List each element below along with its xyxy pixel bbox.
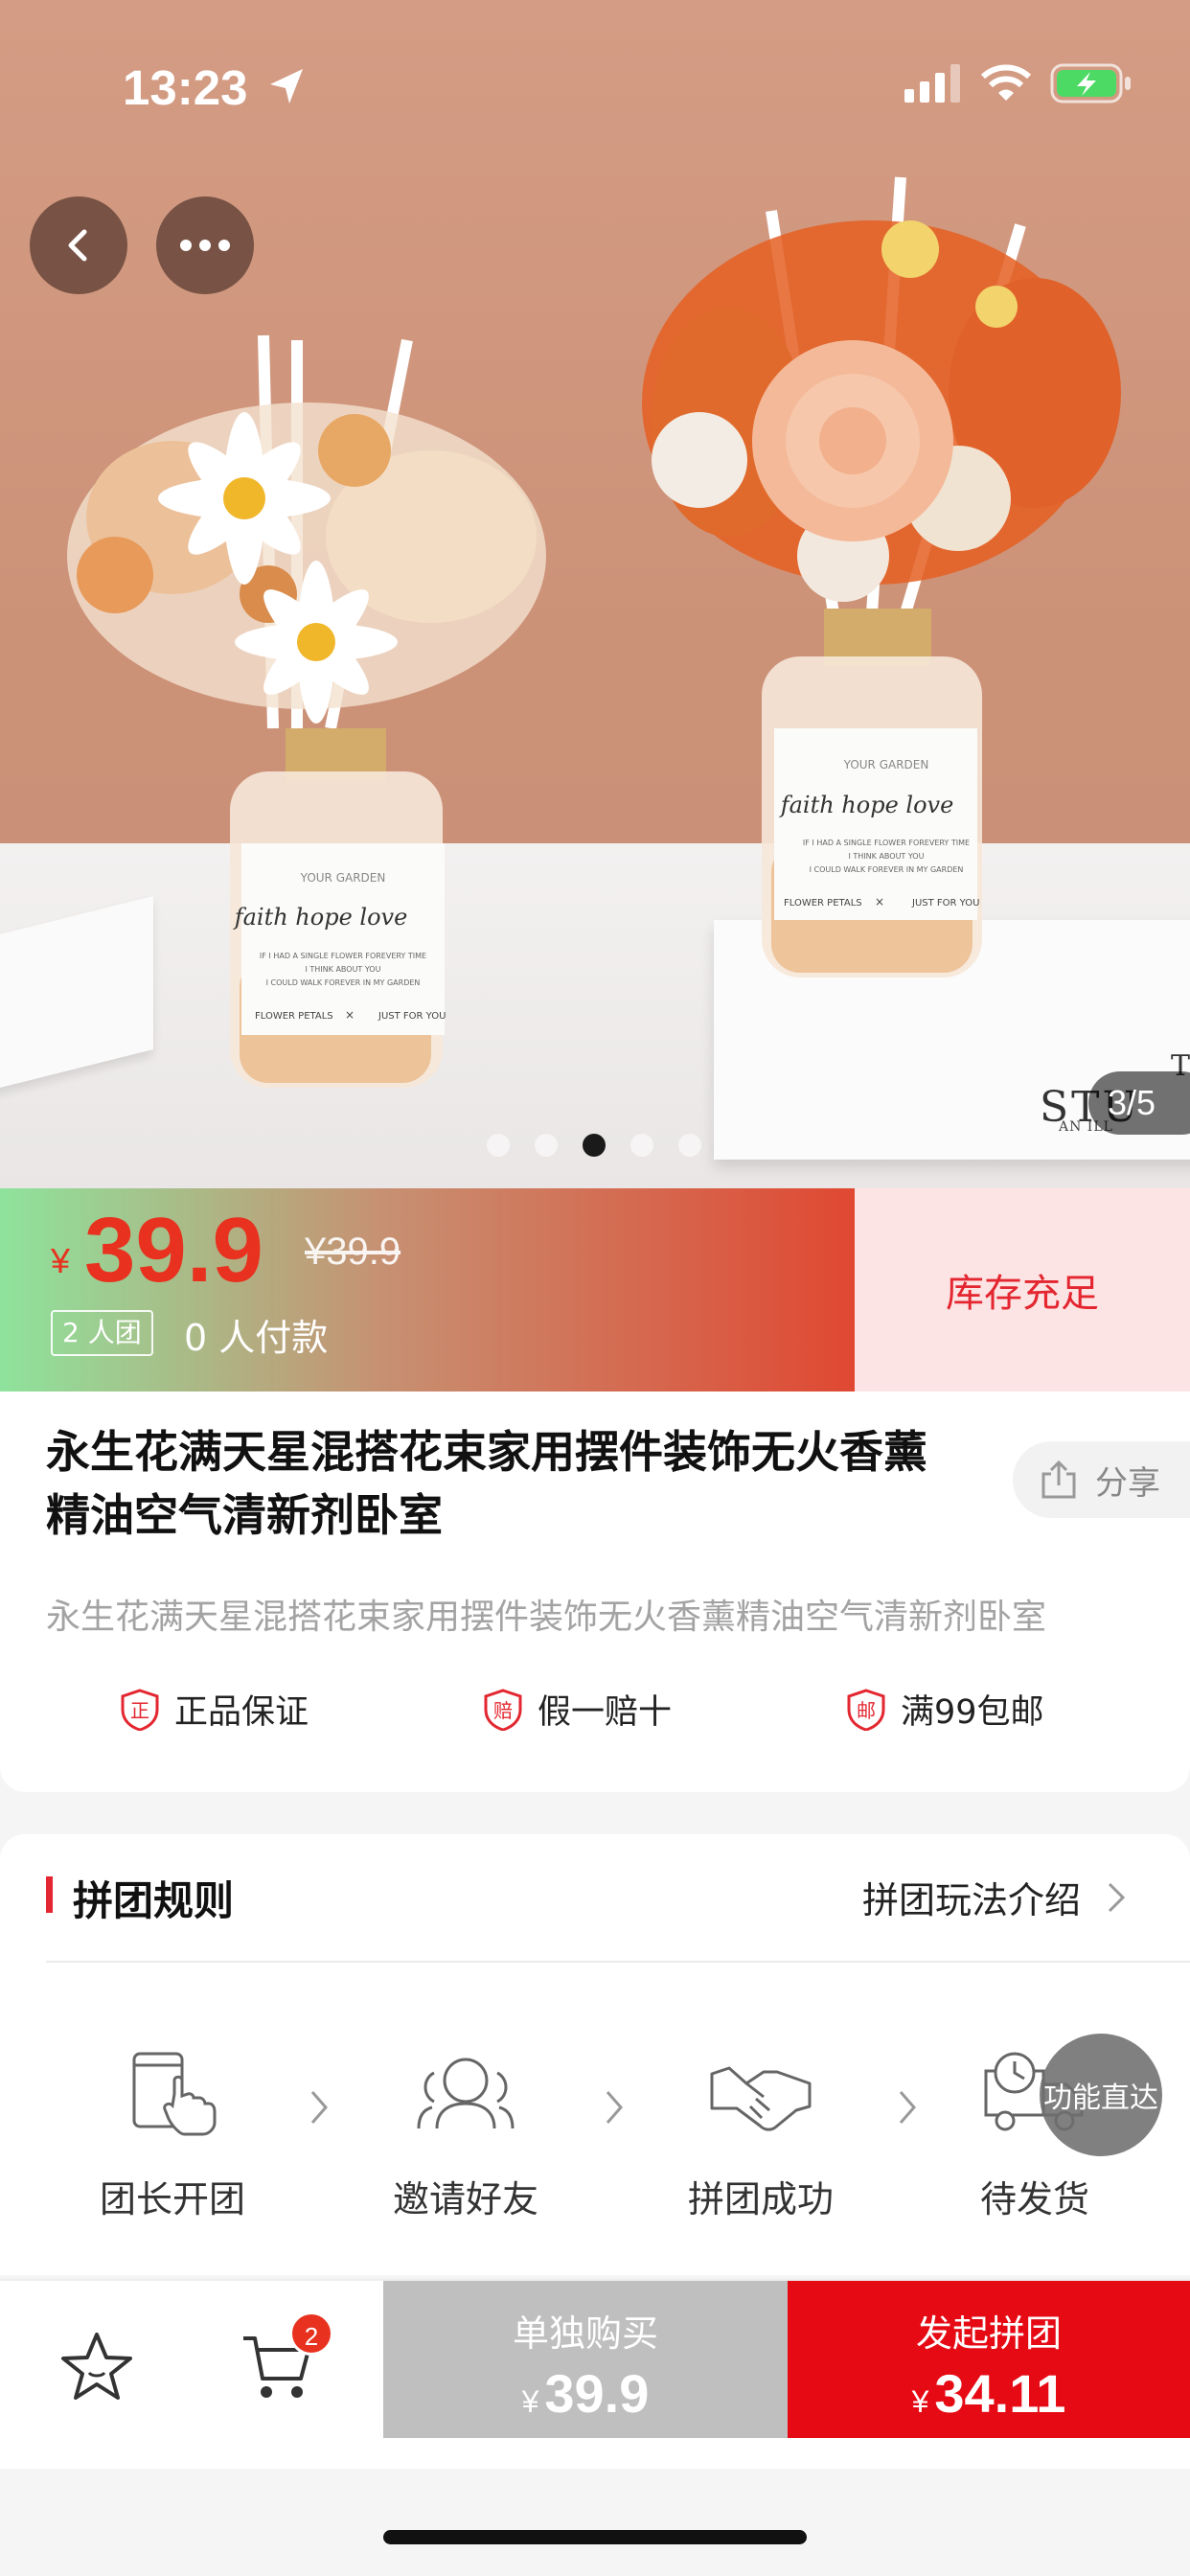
start-group-currency: ¥ — [911, 2384, 929, 2419]
star-favorite-icon[interactable] — [57, 2329, 136, 2405]
svg-text:JUST FOR YOU: JUST FOR YOU — [378, 1011, 446, 1022]
step-label: 待发货 — [979, 2178, 1089, 2220]
svg-text:×: × — [875, 895, 884, 908]
step-label: 团长开团 — [99, 2178, 245, 2220]
carousel-dot[interactable] — [678, 1134, 701, 1157]
rules-title: 拼团规则 — [73, 1877, 235, 1924]
battery-charging-icon — [1050, 63, 1131, 104]
svg-text:I THINK ABOUT YOU: I THINK ABOUT YOU — [849, 852, 925, 861]
carousel-dot[interactable] — [487, 1134, 510, 1157]
section-accent-bar — [46, 1876, 53, 1913]
svg-text:YOUR GARDEN: YOUR GARDEN — [843, 758, 929, 771]
carousel-dots[interactable] — [487, 1134, 701, 1157]
buy-alone-price: 39.9 — [544, 2363, 650, 2424]
step-chevron-icon — [899, 2091, 916, 2124]
image-page-indicator: 3/5 — [1088, 1071, 1190, 1135]
status-icons — [904, 63, 1133, 104]
product-info-card: 永生花满天星混搭花束家用摆件装饰无火香薰精油空气清新剂卧室 分享 永生花满天星混… — [0, 1392, 1190, 1792]
more-options-button[interactable] — [156, 196, 254, 294]
share-button[interactable]: 分享 — [1013, 1441, 1190, 1518]
signal-icon — [904, 64, 960, 103]
buy-alone-button[interactable]: 单独购买 ¥39.9 — [383, 2281, 788, 2438]
chevron-left-icon — [68, 229, 87, 262]
stock-status: 库存充足 — [855, 1188, 1190, 1392]
guarantee-free-shipping: 邮 满99包邮 — [847, 1685, 1044, 1734]
location-arrow-icon — [270, 69, 303, 104]
rules-intro-link[interactable]: 拼团玩法介绍 — [862, 1871, 1127, 1923]
price-currency: ¥ — [51, 1241, 71, 1280]
guarantee-label: 满99包邮 — [901, 1693, 1044, 1732]
product-photo: YOUR GARDEN faith hope love IF I HAD A S… — [67, 176, 1121, 1088]
svg-text:邮: 邮 — [857, 1699, 876, 1722]
left-bouquet: YOUR GARDEN faith hope love IF I HAD A S… — [67, 334, 546, 1088]
svg-text:YOUR GARDEN: YOUR GARDEN — [300, 871, 386, 885]
carousel-dot[interactable] — [630, 1134, 653, 1157]
svg-text:×: × — [345, 1008, 355, 1022]
ellipsis-icon — [180, 240, 230, 251]
quick-access-button[interactable]: 功能直达 — [1040, 2034, 1162, 2156]
svg-text:faith hope love: faith hope love — [233, 904, 408, 931]
step-label: 邀请好友 — [392, 2178, 538, 2220]
svg-text:正: 正 — [130, 1699, 149, 1722]
svg-text:赔: 赔 — [493, 1699, 513, 1722]
step-group-success: 拼团成功 — [655, 2045, 866, 2222]
back-button[interactable] — [30, 196, 127, 294]
phone-tap-icon — [132, 2052, 217, 2136]
price-banner: ¥ 39.9 ¥39.9 2 人团 0 人付款 — [0, 1188, 855, 1392]
svg-text:I THINK ABOUT YOU: I THINK ABOUT YOU — [306, 965, 381, 974]
divider — [46, 1961, 1190, 1963]
step-label: 拼团成功 — [687, 2178, 834, 2220]
rules-intro-label: 拼团玩法介绍 — [862, 1879, 1082, 1921]
product-subtitle: 永生花满天星混搭花束家用摆件装饰无火香薰精油空气清新剂卧室 — [46, 1598, 1047, 1637]
handshake-icon — [710, 2066, 812, 2131]
buy-alone-currency: ¥ — [521, 2384, 539, 2419]
svg-text:I COULD WALK FOREVER IN MY GAR: I COULD WALK FOREVER IN MY GARDEN — [810, 865, 964, 874]
buy-alone-label: 单独购买 — [512, 2312, 658, 2355]
guarantee-label: 假一赔十 — [538, 1693, 673, 1732]
right-bouquet: YOUR GARDEN faith hope love IF I HAD A S… — [642, 176, 1121, 978]
step-chevron-icon — [310, 2091, 328, 2124]
start-group-button[interactable]: 发起拼团 ¥34.11 — [788, 2281, 1190, 2438]
share-icon — [1041, 1460, 1076, 1499]
start-group-label: 发起拼团 — [915, 2312, 1062, 2355]
step-chevron-icon — [606, 2091, 623, 2124]
group-size-tag: 2 人团 — [51, 1310, 153, 1356]
home-indicator[interactable] — [383, 2530, 807, 2544]
shield-authentic-icon: 正 — [121, 1688, 159, 1731]
current-price: 39.9 — [84, 1199, 263, 1301]
svg-text:faith hope love: faith hope love — [779, 792, 954, 818]
shield-shipping-icon: 邮 — [847, 1688, 885, 1731]
bottom-action-bar: 2 单独购买 ¥39.9 发起拼团 ¥34.11 — [0, 2279, 1190, 2469]
guarantee-label: 正品保证 — [174, 1693, 309, 1732]
carousel-dot[interactable] — [535, 1134, 558, 1157]
guarantee-row: 正 正品保证 赔 假一赔十 邮 满99包邮 — [0, 1685, 1190, 1742]
share-label: 分享 — [1095, 1463, 1160, 1503]
guarantee-compensation: 赔 假一赔十 — [484, 1685, 672, 1734]
step-invite-friends: 邀请好友 — [360, 2045, 571, 2222]
cart-count-badge: 2 — [289, 2312, 333, 2356]
start-group-price: 34.11 — [934, 2363, 1066, 2424]
carousel-dot-active[interactable] — [583, 1134, 606, 1157]
group-rules-card: 拼团规则 拼团玩法介绍 团长开团 邀请好友 拼团成功 待发货 — [0, 1834, 1190, 2275]
product-title: 永生花满天星混搭花束家用摆件装饰无火香薰精油空气清新剂卧室 — [46, 1426, 927, 1541]
paid-count: 0 人付款 — [184, 1317, 329, 1359]
status-time: 13:23 — [123, 60, 248, 115]
wifi-icon — [981, 64, 1031, 101]
svg-text:IF I HAD A SINGLE FLOWER FOREV: IF I HAD A SINGLE FLOWER FOREVERY TIME — [260, 952, 426, 960]
svg-text:IF I HAD A SINGLE FLOWER FOREV: IF I HAD A SINGLE FLOWER FOREVERY TIME — [803, 839, 970, 847]
guarantee-authentic: 正 正品保证 — [121, 1685, 309, 1734]
step-leader-open: 团长开团 — [67, 2045, 278, 2222]
original-price: ¥39.9 — [305, 1230, 401, 1273]
people-group-icon — [417, 2058, 515, 2129]
svg-text:I COULD WALK FOREVER IN MY GAR: I COULD WALK FOREVER IN MY GARDEN — [266, 978, 421, 987]
shield-compensation-icon: 赔 — [484, 1688, 522, 1731]
chevron-right-icon — [1108, 1882, 1126, 1912]
svg-text:JUST FOR YOU: JUST FOR YOU — [911, 898, 979, 908]
svg-text:FLOWER PETALS: FLOWER PETALS — [255, 1011, 333, 1022]
svg-text:FLOWER PETALS: FLOWER PETALS — [784, 898, 862, 908]
product-image-gallery[interactable]: STU AN ILL T — [0, 0, 1190, 1188]
